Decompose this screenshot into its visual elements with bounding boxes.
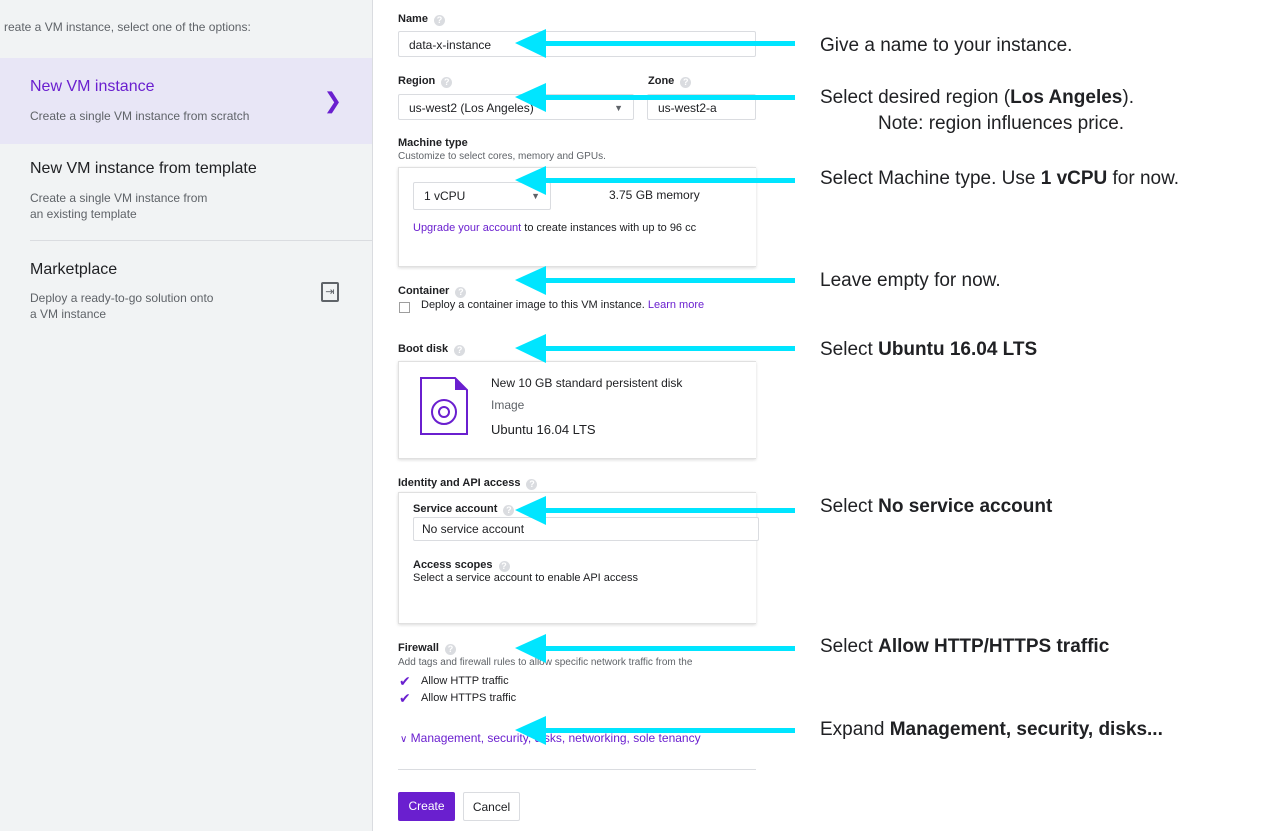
annotation-boot: Select Ubuntu 16.04 LTS: [820, 339, 1038, 360]
container-text: Deploy a container image to this VM inst…: [421, 299, 705, 311]
machine-type-sub: Customize to select cores, memory and GP…: [398, 151, 606, 162]
upgrade-link[interactable]: Upgrade your account: [413, 222, 521, 234]
annotation-arrow: [515, 266, 795, 295]
annotation-firewall: Select Allow HTTP/HTTPS traffic: [820, 636, 1110, 657]
http-label: Allow HTTP traffic: [421, 675, 509, 687]
option-desc: Create a single VM instance from an exis…: [30, 191, 208, 221]
help-icon[interactable]: ?: [503, 505, 515, 516]
container-label: Container?: [398, 285, 467, 298]
service-account-select[interactable]: No service account: [413, 517, 759, 541]
identity-label: Identity and API access?: [398, 477, 538, 490]
service-account-label: Service account?: [413, 503, 515, 516]
http-checkbox[interactable]: ✔: [399, 674, 411, 688]
annotation-arrow: [515, 634, 795, 663]
annotation-region-note: Note: region influences price.: [878, 113, 1125, 134]
help-icon[interactable]: ?: [455, 287, 467, 298]
create-button[interactable]: Create: [398, 792, 455, 821]
container-checkbox[interactable]: [399, 302, 410, 313]
help-icon[interactable]: ?: [498, 561, 510, 572]
marketplace-icon: ⇥: [321, 282, 339, 302]
help-icon[interactable]: ?: [680, 77, 692, 88]
expand-management-link[interactable]: ∨ Management, security, disks, networkin…: [400, 731, 701, 745]
access-scopes-text: Select a service account to enable API a…: [413, 572, 639, 584]
memory-text: 3.75 GB memory: [609, 188, 700, 202]
learn-more-link[interactable]: Learn more: [648, 299, 704, 311]
annotation-arrow: [515, 334, 795, 363]
region-label: Region?: [398, 75, 453, 88]
help-icon[interactable]: ?: [441, 77, 453, 88]
annotation-service: Select No service account: [820, 496, 1053, 517]
disk-icon: [420, 377, 468, 435]
option-title: New VM instance: [30, 78, 155, 95]
help-icon[interactable]: ?: [433, 15, 445, 26]
https-checkbox[interactable]: ✔: [399, 691, 411, 705]
option-new-vm-instance[interactable]: New VM instance Create a single VM insta…: [0, 58, 372, 144]
annotation-machine: Select Machine type. Use 1 vCPU for now.: [820, 168, 1180, 189]
https-label: Allow HTTPS traffic: [421, 692, 517, 704]
sidebar: reate a VM instance, select one of the o…: [0, 0, 373, 831]
upgrade-text: Upgrade your account to create instances…: [413, 222, 697, 234]
option-from-template[interactable]: New VM instance from template Create a s…: [30, 144, 372, 241]
help-icon[interactable]: ?: [454, 345, 466, 356]
annotation-arrow: [515, 496, 795, 525]
machine-type-label: Machine type: [398, 137, 468, 149]
annotation-arrow: [515, 83, 795, 112]
chevron-right-icon: ❯: [323, 88, 342, 113]
option-desc: Deploy a ready-to-go solution onto a VM …: [30, 291, 214, 321]
firewall-label: Firewall?: [398, 642, 456, 655]
divider: [398, 769, 756, 770]
annotation-expand: Expand Management, security, disks...: [820, 719, 1163, 740]
boot-disk-desc: New 10 GB standard persistent disk: [491, 376, 683, 390]
option-desc: Create a single VM instance from scratch: [30, 109, 250, 123]
double-chevron-down-icon: ∨: [400, 734, 408, 745]
annotation-region: Select desired region (Los Angeles).: [820, 87, 1134, 108]
image-label: Image: [491, 398, 525, 412]
access-scopes-label: Access scopes?: [413, 559, 510, 572]
boot-disk-label: Boot disk?: [398, 343, 466, 356]
option-title: Marketplace: [30, 261, 118, 278]
option-title: New VM instance from template: [30, 160, 257, 177]
boot-disk-card[interactable]: New 10 GB standard persistent disk Image…: [398, 361, 756, 459]
boot-image: Ubuntu 16.04 LTS: [491, 422, 596, 437]
option-marketplace[interactable]: Marketplace Deploy a ready-to-go solutio…: [0, 244, 372, 344]
annotation-arrow: [515, 716, 795, 745]
annotation-arrow: [515, 166, 795, 195]
sidebar-intro: reate a VM instance, select one of the o…: [4, 20, 251, 34]
zone-label: Zone?: [648, 75, 692, 88]
annotation-name: Give a name to your instance.: [820, 35, 1073, 56]
annotation-arrow: [515, 29, 795, 58]
cancel-button[interactable]: Cancel: [463, 792, 520, 821]
help-icon[interactable]: ?: [444, 644, 456, 655]
name-label: Name?: [398, 13, 445, 26]
help-icon[interactable]: ?: [526, 479, 538, 490]
annotation-container: Leave empty for now.: [820, 270, 1001, 291]
